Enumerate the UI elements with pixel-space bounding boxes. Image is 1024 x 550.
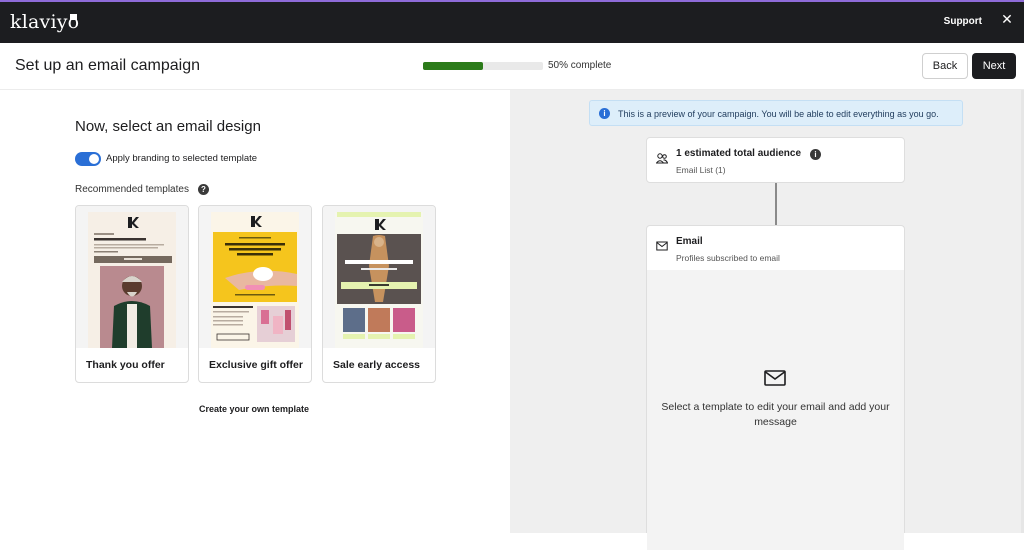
campaign-preview-panel: i This is a preview of your campaign. Yo… (510, 90, 1024, 550)
klaviyo-logo[interactable]: klaviyo (10, 11, 79, 33)
envelope-icon (764, 370, 786, 386)
template-thumbnail (199, 206, 311, 348)
preview-info-text: This is a preview of your campaign. You … (618, 109, 939, 119)
email-design-panel: Now, select an email design Apply brandi… (0, 90, 510, 533)
template-card-label: Sale early access (333, 359, 420, 371)
template-card-label: Exclusive gift offer (209, 359, 303, 371)
template-thumbnail (76, 206, 188, 348)
audience-icon (656, 153, 668, 164)
top-navigation-bar: klaviyo Support ✕ (0, 2, 1024, 43)
template-card-thank-you-offer[interactable]: Thank you offer (75, 205, 189, 383)
template-card-exclusive-gift-offer[interactable]: Exclusive gift offer (198, 205, 312, 383)
email-subtitle: Profiles subscribed to email (676, 253, 780, 263)
preview-info-banner: i This is a preview of your campaign. Yo… (589, 100, 963, 126)
toggle-knob (89, 154, 99, 164)
info-icon: i (599, 108, 610, 119)
create-own-template-link[interactable]: Create your own template (199, 404, 309, 414)
progress-label: 50% complete (548, 60, 612, 71)
empty-email-message: Select a template to edit your email and… (661, 401, 890, 428)
page-title: Set up an email campaign (15, 57, 200, 74)
branding-toggle-label: Apply branding to selected template (106, 153, 258, 164)
support-link[interactable]: Support (944, 16, 982, 27)
email-title: Email (676, 236, 703, 247)
logo-flag-mark (70, 14, 77, 20)
thank-you-offer-preview (88, 212, 176, 348)
template-card-sale-early-access[interactable]: Sale early access (322, 205, 436, 383)
audience-title: 1 estimated total audience (676, 148, 802, 159)
help-icon[interactable]: ? (198, 184, 209, 195)
campaign-header: Set up an email campaign 50% complete Ba… (0, 43, 1024, 90)
back-button[interactable]: Back (922, 53, 968, 79)
branding-toggle[interactable] (75, 152, 101, 166)
progress-bar (423, 62, 543, 70)
exclusive-gift-offer-preview (211, 212, 299, 348)
template-thumbnail (323, 206, 435, 348)
audience-node[interactable]: 1 estimated total audience i Email List … (646, 137, 905, 183)
recommended-templates-label: Recommended templates (75, 184, 189, 195)
sale-early-access-preview (335, 212, 423, 348)
audience-subtitle: Email List (1) (676, 165, 726, 175)
audience-info-icon[interactable]: i (810, 149, 821, 160)
next-button[interactable]: Next (972, 53, 1016, 79)
close-icon[interactable]: ✕ (1000, 12, 1014, 26)
template-card-label: Thank you offer (86, 359, 165, 371)
flow-connector (775, 183, 777, 225)
email-node[interactable]: Email Profiles subscribed to email Selec… (646, 225, 905, 550)
progress-bar-fill (423, 62, 483, 70)
section-heading: Now, select an email design (75, 118, 261, 135)
email-icon (656, 241, 668, 251)
email-content-placeholder: Select a template to edit your email and… (647, 270, 904, 550)
